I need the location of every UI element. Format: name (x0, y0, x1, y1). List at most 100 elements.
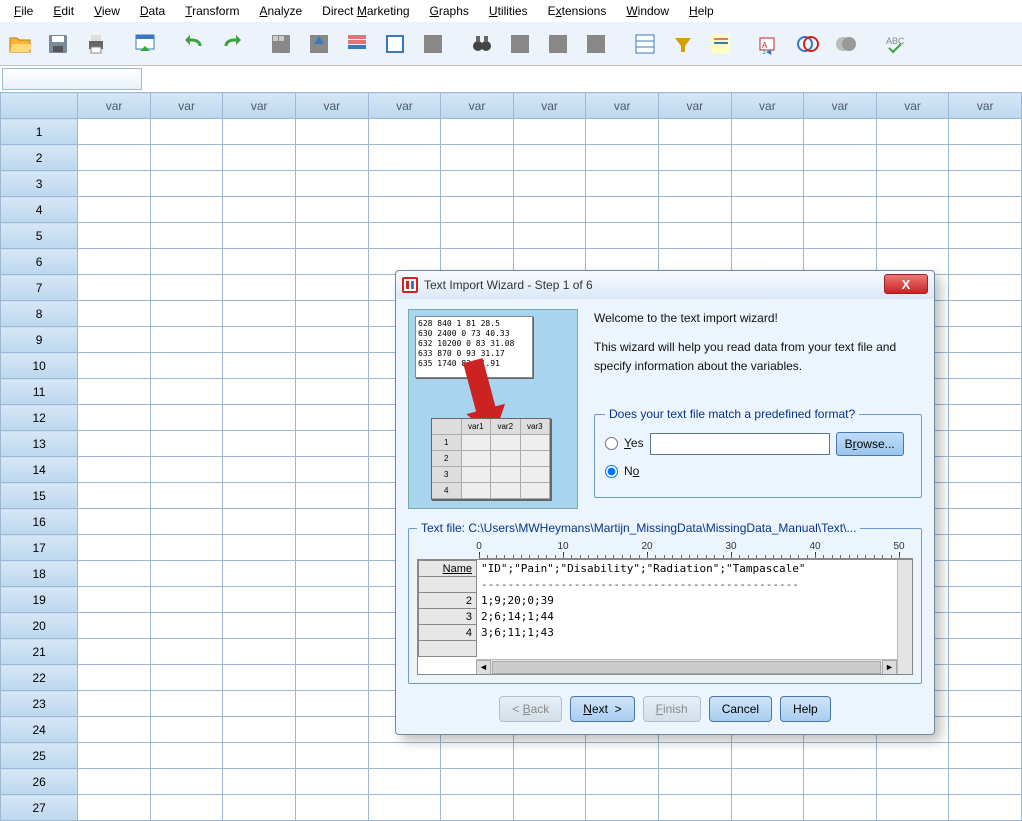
grid-cell[interactable] (223, 639, 296, 665)
predef-no-label[interactable]: No (624, 462, 639, 481)
grid-cell[interactable] (150, 509, 223, 535)
column-header[interactable]: var (78, 93, 151, 119)
grid-cell[interactable] (296, 197, 369, 223)
grid-cell[interactable] (150, 249, 223, 275)
grid-cell[interactable] (296, 223, 369, 249)
grid-cell[interactable] (150, 665, 223, 691)
grid-cell[interactable] (876, 145, 949, 171)
grid-cell[interactable] (78, 639, 151, 665)
menu-view[interactable]: View (84, 2, 130, 20)
row-header[interactable]: 4 (1, 197, 78, 223)
cell-name-box[interactable] (2, 68, 142, 90)
grid-cell[interactable] (150, 171, 223, 197)
grid-cell[interactable] (296, 119, 369, 145)
menu-marketing[interactable]: Direct Marketing (312, 2, 419, 20)
grid-cell[interactable] (368, 171, 441, 197)
grid-cell[interactable] (368, 769, 441, 795)
grid-cell[interactable] (78, 353, 151, 379)
grid-cell[interactable] (296, 171, 369, 197)
goto-case-icon[interactable] (265, 28, 297, 60)
redo-icon[interactable] (216, 28, 248, 60)
grid-cell[interactable] (78, 171, 151, 197)
close-button[interactable]: X (884, 274, 928, 294)
grid-cell[interactable] (296, 769, 369, 795)
grid-cell[interactable] (949, 275, 1022, 301)
grid-cell[interactable] (731, 795, 804, 821)
grid-cell[interactable] (296, 535, 369, 561)
menu-graphs[interactable]: Graphs (420, 2, 479, 20)
grid-cell[interactable] (949, 535, 1022, 561)
row-header[interactable]: 9 (1, 327, 78, 353)
grid-cell[interactable] (368, 743, 441, 769)
grid-cell[interactable] (150, 301, 223, 327)
show-all-icon[interactable] (792, 28, 824, 60)
grid-cell[interactable] (223, 405, 296, 431)
grid-cell[interactable] (78, 457, 151, 483)
grid-cell[interactable] (296, 327, 369, 353)
row-header[interactable]: 10 (1, 353, 78, 379)
use-sets-icon[interactable]: A1◀ (754, 28, 786, 60)
grid-cell[interactable] (658, 171, 731, 197)
grid-cell[interactable] (78, 119, 151, 145)
grid-cell[interactable] (223, 223, 296, 249)
grid-cell[interactable] (586, 223, 659, 249)
grid-cell[interactable] (949, 743, 1022, 769)
column-header[interactable]: var (949, 93, 1022, 119)
insert-variable-icon[interactable] (542, 28, 574, 60)
grid-cell[interactable] (296, 665, 369, 691)
grid-cell[interactable] (296, 743, 369, 769)
grid-cell[interactable] (731, 743, 804, 769)
grid-cell[interactable] (949, 587, 1022, 613)
grid-cell[interactable] (876, 223, 949, 249)
grid-cell[interactable] (731, 145, 804, 171)
save-icon[interactable] (42, 28, 74, 60)
run-descriptives-icon[interactable] (379, 28, 411, 60)
grid-cell[interactable] (876, 769, 949, 795)
grid-cell[interactable] (296, 275, 369, 301)
cancel-button[interactable]: Cancel (709, 696, 772, 722)
grid-cell[interactable] (658, 223, 731, 249)
grid-cell[interactable] (658, 769, 731, 795)
grid-cell[interactable] (150, 717, 223, 743)
undo-icon[interactable] (178, 28, 210, 60)
grid-cell[interactable] (441, 171, 514, 197)
grid-cell[interactable] (513, 119, 586, 145)
row-header[interactable]: 15 (1, 483, 78, 509)
menu-utilities[interactable]: Utilities (479, 2, 538, 20)
grid-cell[interactable] (731, 769, 804, 795)
grid-cell[interactable] (150, 561, 223, 587)
grid-cell[interactable] (513, 223, 586, 249)
grid-cell[interactable] (296, 613, 369, 639)
menu-window[interactable]: Window (616, 2, 679, 20)
predef-no-radio[interactable] (605, 465, 618, 478)
grid-cell[interactable] (150, 483, 223, 509)
help-button[interactable]: Help (780, 696, 831, 722)
grid-cell[interactable] (804, 171, 877, 197)
grid-cell[interactable] (78, 535, 151, 561)
grid-cell[interactable] (949, 197, 1022, 223)
grid-cell[interactable] (223, 171, 296, 197)
grid-cell[interactable] (876, 197, 949, 223)
grid-cell[interactable] (150, 587, 223, 613)
grid-cell[interactable] (223, 327, 296, 353)
next-button[interactable]: Next > (570, 696, 634, 722)
grid-cell[interactable] (78, 691, 151, 717)
grid-cell[interactable] (876, 119, 949, 145)
menu-file[interactable]: File (4, 2, 43, 20)
row-header[interactable]: 18 (1, 561, 78, 587)
grid-cell[interactable] (513, 743, 586, 769)
split-file-icon[interactable] (580, 28, 612, 60)
grid-cell[interactable] (876, 743, 949, 769)
column-header[interactable]: var (876, 93, 949, 119)
grid-cell[interactable] (296, 353, 369, 379)
grid-cell[interactable] (949, 223, 1022, 249)
grid-cell[interactable] (150, 145, 223, 171)
grid-cell[interactable] (78, 249, 151, 275)
menu-edit[interactable]: Edit (43, 2, 84, 20)
grid-cell[interactable] (223, 665, 296, 691)
grid-cell[interactable] (949, 561, 1022, 587)
grid-cell[interactable] (78, 561, 151, 587)
grid-cell[interactable] (150, 379, 223, 405)
column-header[interactable]: var (658, 93, 731, 119)
grid-cell[interactable] (223, 717, 296, 743)
